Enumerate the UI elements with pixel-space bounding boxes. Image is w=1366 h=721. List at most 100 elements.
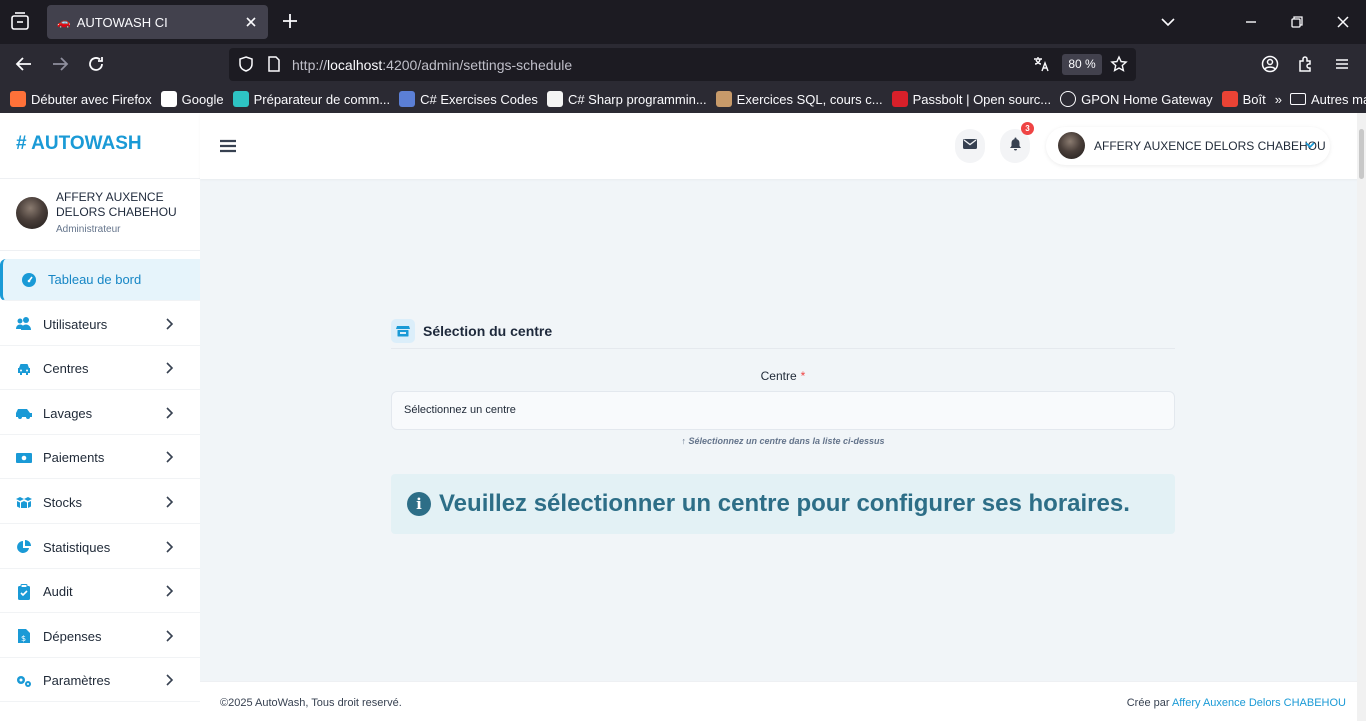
footer-author-link[interactable]: Affery Auxence Delors CHABEHOU bbox=[1172, 697, 1346, 709]
sidebar-item-centres[interactable]: Centres bbox=[0, 348, 200, 391]
sidebar-item-tableau-de-bord[interactable]: Tableau de bord bbox=[0, 259, 200, 301]
bookmark-item[interactable]: Boît bbox=[1221, 91, 1266, 107]
clipboard-check-icon bbox=[15, 583, 33, 601]
sidebar-item-label: Centres bbox=[43, 361, 89, 377]
back-icon[interactable] bbox=[14, 54, 34, 74]
bookmark-item[interactable]: Passbolt | Open sourc... bbox=[891, 91, 1051, 107]
page-info-icon[interactable] bbox=[265, 55, 283, 73]
center-select[interactable]: Sélectionnez un centre bbox=[391, 391, 1175, 430]
tab-close-icon[interactable] bbox=[242, 13, 260, 31]
gears-icon bbox=[15, 672, 33, 690]
center-field-label: Centre * bbox=[760, 369, 806, 383]
bookmark-favicon-icon bbox=[891, 91, 908, 107]
bookmark-item[interactable]: Exercices SQL, cours c... bbox=[715, 91, 883, 107]
boxes-icon bbox=[15, 493, 33, 511]
sidebar-item-label: Dépenses bbox=[43, 628, 102, 644]
url-bar[interactable]: http://localhost:4200/admin/settings-sch… bbox=[229, 48, 1136, 81]
menu-icon[interactable] bbox=[1332, 54, 1352, 74]
zoom-level-badge[interactable]: 80 % bbox=[1062, 54, 1102, 75]
sidebar-item-depenses[interactable]: $ Dépenses bbox=[0, 615, 200, 658]
bookmarks-bar: Débuter avec Firefox Google Préparateur … bbox=[0, 85, 1366, 113]
chevron-right-icon bbox=[162, 317, 176, 331]
bookmarks-overflow-icon[interactable]: » bbox=[1275, 92, 1282, 107]
chevron-right-icon bbox=[162, 540, 176, 554]
star-icon[interactable] bbox=[1110, 55, 1128, 73]
sidebar-item-label: Utilisateurs bbox=[43, 316, 108, 332]
sidebar-item-statistiques[interactable]: Statistiques bbox=[0, 526, 200, 569]
bookmark-favicon-icon bbox=[10, 91, 26, 107]
bookmark-favicon-icon bbox=[232, 91, 249, 107]
brand-logo[interactable]: # AUTOWASH bbox=[0, 113, 200, 179]
info-circle-icon: i bbox=[407, 492, 431, 516]
extensions-icon[interactable] bbox=[1296, 54, 1316, 74]
sidebar-user-role: Administrateur bbox=[56, 224, 121, 235]
browser-navbar: http://localhost:4200/admin/settings-sch… bbox=[0, 44, 1366, 85]
sidebar-item-stocks[interactable]: Stocks bbox=[0, 481, 200, 524]
bookmark-item[interactable]: Google bbox=[160, 91, 224, 107]
gauge-icon bbox=[20, 271, 38, 289]
sidebar-item-label: Stocks bbox=[43, 494, 83, 510]
money-icon bbox=[15, 449, 33, 467]
tab-list-icon[interactable] bbox=[8, 10, 32, 34]
users-icon bbox=[15, 315, 33, 333]
new-tab-icon[interactable] bbox=[280, 11, 300, 31]
messages-button[interactable] bbox=[955, 129, 985, 163]
tab-overflow-chevron-icon[interactable] bbox=[1158, 12, 1178, 32]
bookmark-item[interactable]: C# Sharp programmin... bbox=[546, 91, 707, 107]
shield-icon[interactable] bbox=[237, 55, 255, 73]
close-window-icon[interactable] bbox=[1333, 12, 1353, 32]
browser-tabstrip: 🚗 AUTOWASH CI bbox=[0, 0, 1366, 44]
center-selection-section: Sélection du centre Centre * Sélectionnez… bbox=[391, 313, 1175, 534]
other-bookmarks-folder[interactable]: Autres marque-pages bbox=[1289, 92, 1366, 107]
restore-icon[interactable] bbox=[1287, 12, 1307, 32]
sidebar-item-paiements[interactable]: Paiements bbox=[0, 437, 200, 480]
user-menu-dropdown[interactable]: AFFERY AUXENCE DELORS CHABEHOU bbox=[1046, 127, 1330, 165]
sidebar-item-label: Tableau de bord bbox=[48, 272, 142, 287]
arrow-up-icon: ↑ bbox=[681, 436, 686, 446]
scrollbar-thumb[interactable] bbox=[1359, 129, 1364, 179]
chevron-down-icon bbox=[1303, 138, 1317, 152]
browser-tab-active[interactable]: 🚗 AUTOWASH CI bbox=[47, 5, 268, 39]
sidebar-item-label: Paramètres bbox=[43, 673, 111, 689]
topbar: 3 AFFERY AUXENCE DELORS CHABEHOU bbox=[200, 113, 1366, 179]
bookmark-favicon-icon bbox=[715, 91, 732, 107]
sidebar-item-label: Statistiques bbox=[43, 539, 111, 555]
sidebar: # AUTOWASH AFFERY AUXENCE DELORS CHABEHO… bbox=[0, 113, 200, 721]
translate-icon[interactable] bbox=[1032, 55, 1050, 73]
required-marker: * bbox=[800, 369, 806, 383]
bookmark-item[interactable]: Préparateur de comm... bbox=[232, 91, 390, 107]
bookmark-item[interactable]: C# Exercises Codes bbox=[399, 91, 538, 107]
sidebar-item-parametres[interactable]: Paramètres bbox=[0, 660, 200, 703]
envelope-icon bbox=[963, 137, 977, 155]
sidebar-item-audit[interactable]: Audit bbox=[0, 571, 200, 614]
folder-icon bbox=[1289, 93, 1306, 105]
page-scrollbar[interactable] bbox=[1357, 113, 1366, 721]
sidebar-item-label: Lavages bbox=[43, 405, 93, 421]
url-text: http://localhost:4200/admin/settings-sch… bbox=[292, 57, 573, 73]
bookmark-item[interactable]: Débuter avec Firefox bbox=[10, 91, 152, 107]
bookmark-item[interactable]: GPON Home Gateway bbox=[1060, 91, 1213, 107]
forward-icon[interactable] bbox=[50, 54, 70, 74]
avatar bbox=[1058, 132, 1085, 159]
info-alert: i Veuillez sélectionner un centre pour c… bbox=[391, 474, 1175, 534]
sidebar-item-lavages[interactable]: Lavages bbox=[0, 392, 200, 435]
sidebar-user-profile: AFFERY AUXENCE DELORS CHABEHOU Administr… bbox=[0, 179, 200, 251]
chevron-right-icon bbox=[162, 495, 176, 509]
car-wash-icon bbox=[15, 404, 33, 422]
sidebar-item-label: Paiements bbox=[43, 450, 105, 466]
chevron-right-icon bbox=[162, 361, 176, 375]
sidebar-menu: Tableau de bord Utilisateurs Centres Lav… bbox=[0, 259, 200, 705]
reload-icon[interactable] bbox=[86, 54, 106, 74]
minimize-icon[interactable] bbox=[1241, 12, 1261, 32]
section-title: Sélection du centre bbox=[423, 322, 553, 339]
footer: ©2025 AutoWash, Tous droit reservé. Crée… bbox=[200, 681, 1357, 721]
bookmark-favicon-icon bbox=[160, 91, 177, 107]
hamburger-menu-icon[interactable] bbox=[218, 136, 238, 156]
select-hint: ↑ Sélectionnez un centre dans la liste c… bbox=[681, 436, 885, 446]
chevron-right-icon bbox=[162, 584, 176, 598]
sidebar-item-utilisateurs[interactable]: Utilisateurs bbox=[0, 303, 200, 346]
chevron-right-icon bbox=[162, 450, 176, 464]
app-root: # AUTOWASH AFFERY AUXENCE DELORS CHABEHO… bbox=[0, 113, 1366, 721]
account-icon[interactable] bbox=[1260, 54, 1280, 74]
car-icon bbox=[15, 360, 33, 378]
